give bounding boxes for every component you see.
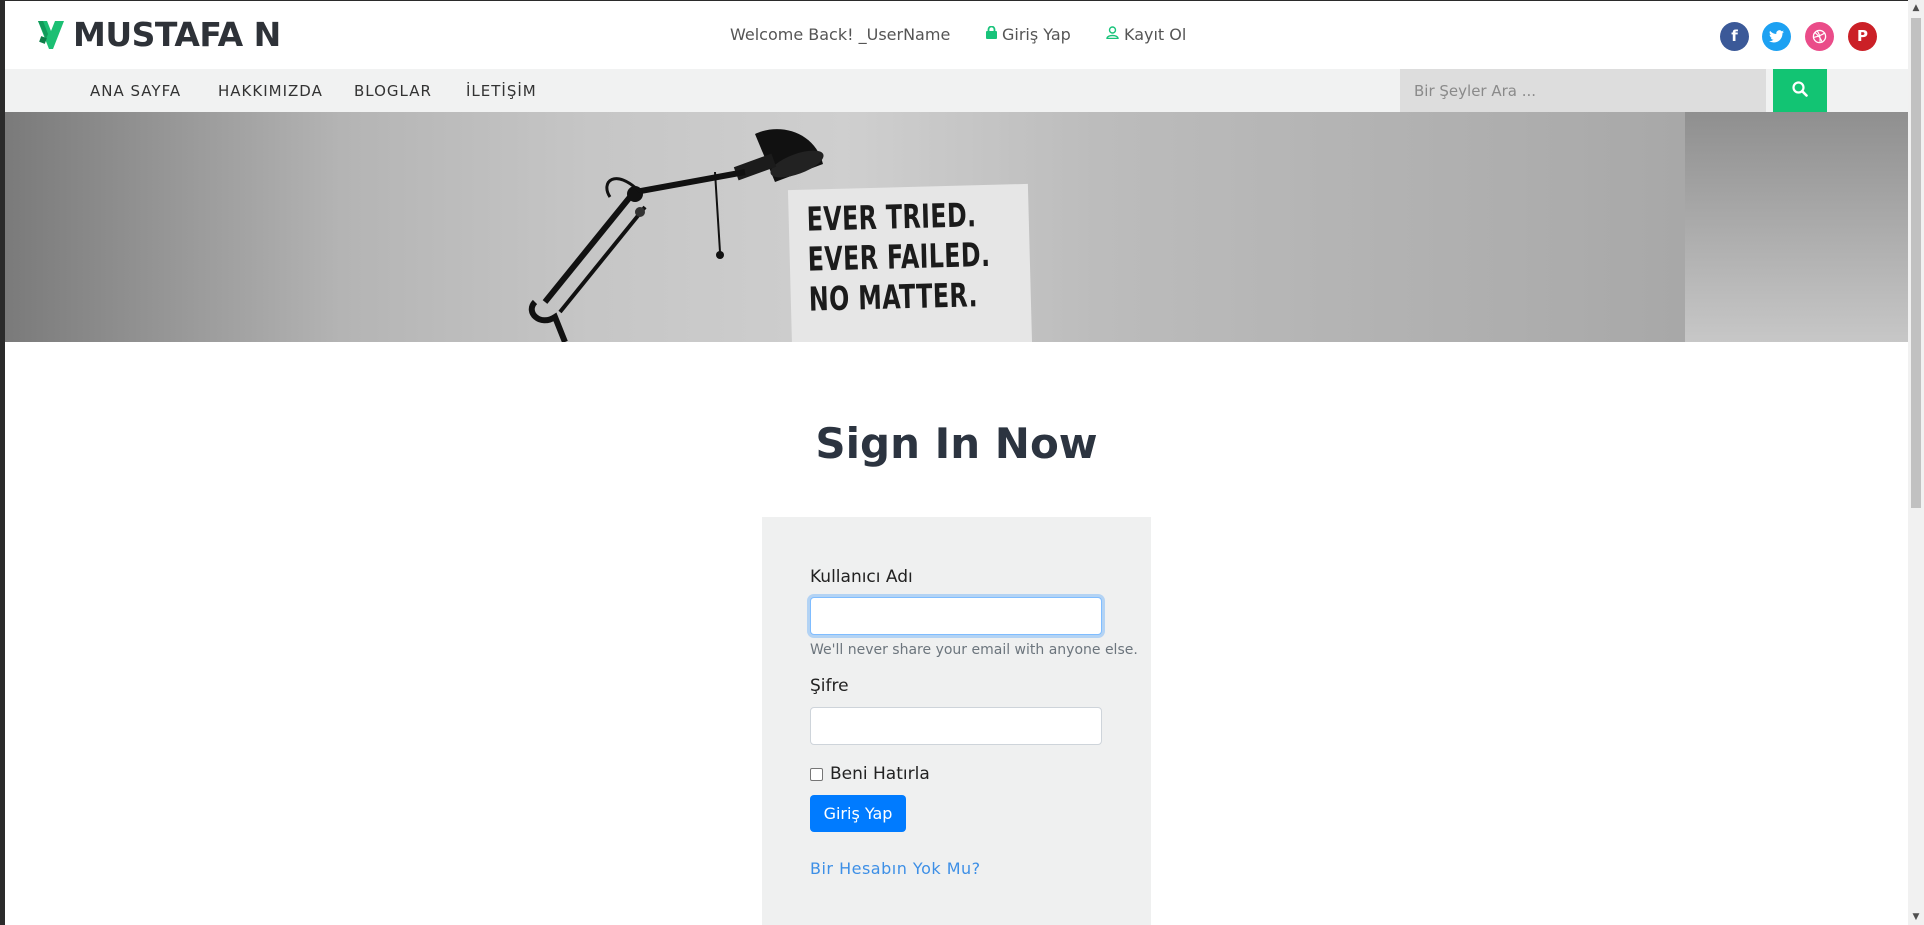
logo-icon	[38, 20, 64, 49]
welcome-text: Welcome Back! _UserName	[730, 25, 951, 44]
user-icon	[1106, 26, 1119, 43]
login-submit-button[interactable]: Giriş Yap	[810, 795, 906, 832]
login-link-label: Giriş Yap	[1002, 25, 1071, 44]
password-input[interactable]	[810, 707, 1102, 745]
username-help-text: We'll never share your email with anyone…	[810, 642, 1138, 658]
remember-me[interactable]: Beni Hatırla	[810, 764, 930, 784]
hero-banner: EVER TRIED. EVER FAILED. NO MATTER.	[5, 112, 1908, 342]
facebook-icon[interactable]: f	[1720, 22, 1749, 51]
dribbble-icon[interactable]	[1805, 22, 1834, 51]
poster-line-3: NO MATTER.	[808, 275, 979, 319]
hero-poster: EVER TRIED. EVER FAILED. NO MATTER.	[787, 183, 1033, 342]
register-link[interactable]: Bir Hesabın Yok Mu?	[810, 859, 981, 878]
page-title: Sign In Now	[815, 419, 1098, 468]
register-top-link-label: Kayıt Ol	[1124, 25, 1187, 44]
nav-item-about[interactable]: HAKKIMIZDA	[218, 82, 323, 100]
pinterest-icon[interactable]: P	[1848, 22, 1877, 51]
register-top-link[interactable]: Kayıt Ol	[1106, 25, 1186, 44]
nav-item-home[interactable]: ANA SAYFA	[90, 82, 181, 100]
vertical-scrollbar[interactable]: ▲ ▼	[1908, 0, 1924, 925]
remember-checkbox[interactable]	[810, 767, 823, 781]
main-nav: ANA SAYFA HAKKIMIZDA BLOGLAR İLETİŞİM	[5, 69, 1908, 112]
top-bar: MUSTAFA N Welcome Back! _UserName Giriş …	[5, 1, 1908, 69]
search-icon	[1792, 81, 1808, 97]
remember-label: Beni Hatırla	[830, 764, 930, 784]
scroll-thumb[interactable]	[1911, 18, 1921, 508]
poster-line-1: EVER TRIED.	[806, 195, 977, 239]
search-button[interactable]	[1773, 69, 1827, 112]
username-input[interactable]	[810, 597, 1102, 635]
search-input[interactable]	[1400, 69, 1766, 112]
scroll-down-arrow-icon[interactable]: ▼	[1908, 909, 1924, 925]
password-label: Şifre	[810, 676, 849, 696]
scroll-up-arrow-icon[interactable]: ▲	[1908, 0, 1924, 16]
hero-image: EVER TRIED. EVER FAILED. NO MATTER.	[5, 112, 1685, 342]
brand-name: MUSTAFA N	[73, 15, 281, 54]
signin-form: Kullanıcı Adı We'll never share your ema…	[762, 517, 1151, 925]
login-link[interactable]: Giriş Yap	[986, 25, 1071, 44]
brand-logo[interactable]: MUSTAFA N	[35, 15, 281, 54]
username-label: Kullanıcı Adı	[810, 567, 913, 587]
nav-item-contact[interactable]: İLETİŞİM	[466, 82, 537, 100]
poster-line-2: EVER FAILED.	[807, 234, 991, 279]
page: MUSTAFA N Welcome Back! _UserName Giriş …	[5, 1, 1908, 925]
lock-icon	[986, 25, 997, 43]
twitter-icon[interactable]	[1762, 22, 1791, 51]
nav-item-blogs[interactable]: BLOGLAR	[354, 82, 432, 100]
hero-side-panel	[1685, 112, 1908, 342]
